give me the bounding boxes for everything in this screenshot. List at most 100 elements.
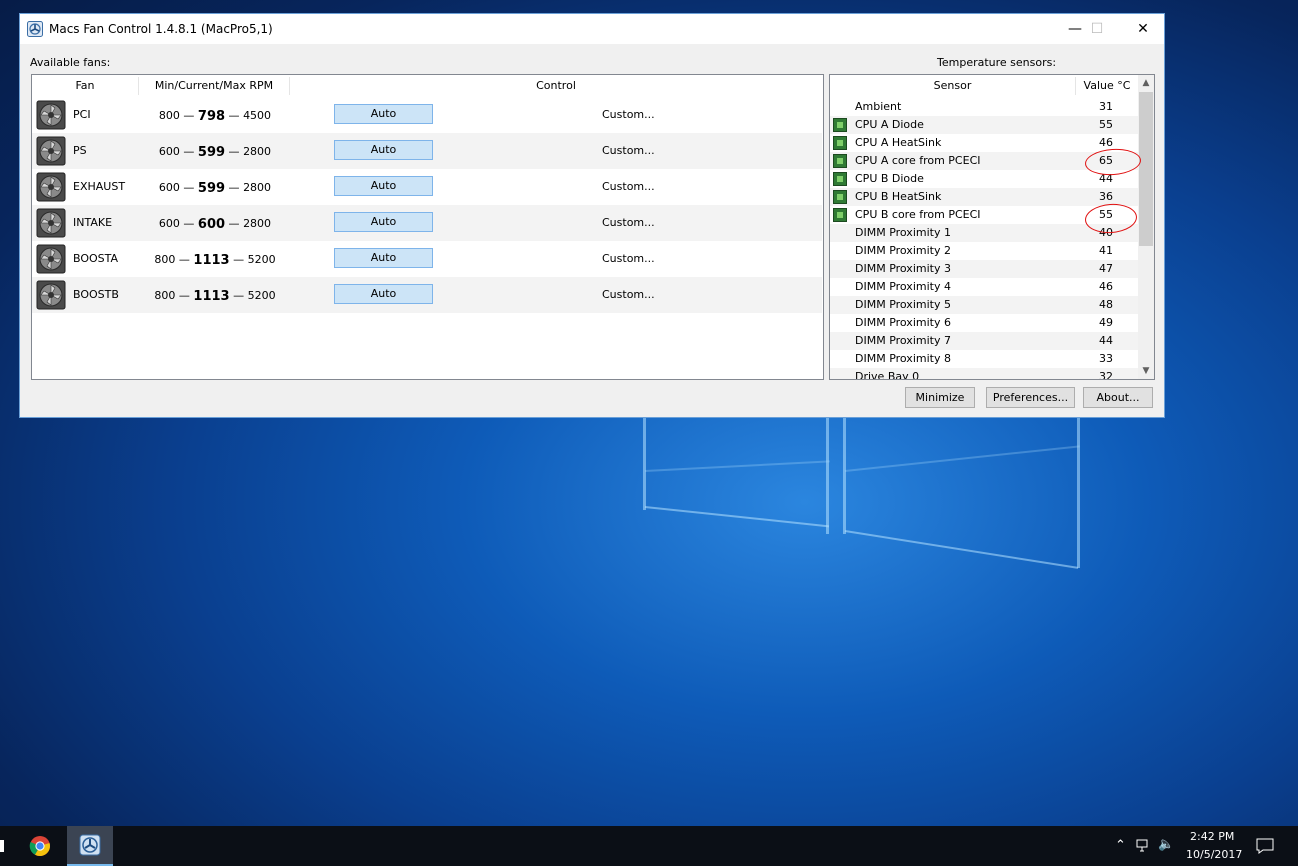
fan-icon bbox=[36, 208, 66, 238]
fan-min-rpm: 800 bbox=[158, 109, 180, 122]
control-column-header[interactable]: Control bbox=[290, 75, 822, 97]
fan-auto-button[interactable]: Auto bbox=[334, 284, 433, 304]
sensor-name: CPU A core from PCECI bbox=[855, 154, 981, 167]
fan-max-rpm: 2800 bbox=[243, 181, 272, 194]
fan-icon bbox=[36, 136, 66, 166]
fan-min-rpm: 600 bbox=[158, 181, 180, 194]
fan-rpm: 800 — 798 — 4500 bbox=[158, 109, 272, 124]
fan-max-rpm: 5200 bbox=[247, 253, 276, 266]
sensor-row[interactable]: CPU B HeatSink 36 bbox=[830, 188, 1138, 206]
fan-row[interactable]: BOOSTA 800 — 1113 — 5200 Auto Custom... bbox=[32, 241, 822, 277]
sensor-name: DIMM Proximity 6 bbox=[855, 316, 951, 329]
sensor-name: DIMM Proximity 2 bbox=[855, 244, 951, 257]
clock-date[interactable]: 10/5/2017 bbox=[1186, 848, 1242, 861]
fan-current-rpm: 1113 bbox=[193, 289, 230, 304]
title-bar[interactable]: Macs Fan Control 1.4.8.1 (MacPro5,1) — ☐… bbox=[20, 14, 1164, 44]
sensor-row[interactable]: DIMM Proximity 4 46 bbox=[830, 278, 1138, 296]
about-button[interactable]: About... bbox=[1083, 387, 1153, 408]
fans-list: Fan Min/Current/Max RPM Control PCI 800 —… bbox=[31, 74, 824, 380]
sensor-row[interactable]: DIMM Proximity 3 47 bbox=[830, 260, 1138, 278]
fan-auto-button[interactable]: Auto bbox=[334, 212, 433, 232]
fan-auto-button[interactable]: Auto bbox=[334, 140, 433, 160]
chrome-icon[interactable] bbox=[29, 835, 51, 857]
fan-current-rpm: 599 bbox=[197, 181, 226, 196]
sensor-row[interactable]: CPU A HeatSink 46 bbox=[830, 134, 1138, 152]
tray-chevron-icon[interactable]: ⌃ bbox=[1115, 838, 1126, 853]
fan-auto-button[interactable]: Auto bbox=[334, 104, 433, 124]
scroll-up-arrow-icon[interactable]: ▲ bbox=[1138, 75, 1154, 91]
chip-icon bbox=[833, 154, 847, 168]
start-button[interactable] bbox=[0, 840, 4, 852]
fan-custom-button[interactable]: Custom... bbox=[602, 144, 655, 157]
window-close-button[interactable]: ✕ bbox=[1120, 14, 1166, 44]
fan-min-rpm: 600 bbox=[158, 217, 180, 230]
volume-icon[interactable]: 🔈 bbox=[1158, 837, 1174, 852]
sensor-value: 55 bbox=[1099, 118, 1113, 131]
fan-icon bbox=[36, 100, 66, 130]
network-icon[interactable] bbox=[1136, 839, 1152, 853]
fan-row[interactable]: EXHAUST 600 — 599 — 2800 Auto Custom... bbox=[32, 169, 822, 205]
fan-custom-button[interactable]: Custom... bbox=[602, 252, 655, 265]
value-column-header[interactable]: Value °C bbox=[1076, 75, 1138, 97]
fan-custom-button[interactable]: Custom... bbox=[602, 108, 655, 121]
sensor-name: Ambient bbox=[855, 100, 902, 113]
fan-min-rpm: 800 bbox=[154, 289, 176, 302]
sensor-row[interactable]: DIMM Proximity 6 49 bbox=[830, 314, 1138, 332]
fan-custom-button[interactable]: Custom... bbox=[602, 288, 655, 301]
sensor-value: 31 bbox=[1099, 100, 1113, 113]
sensor-name: DIMM Proximity 4 bbox=[855, 280, 951, 293]
sensor-row[interactable]: Ambient 31 bbox=[830, 98, 1138, 116]
sensor-column-header[interactable]: Sensor bbox=[830, 75, 1075, 97]
minimize-button[interactable]: Minimize bbox=[905, 387, 975, 408]
sensor-value: 47 bbox=[1099, 262, 1113, 275]
sensor-row[interactable]: DIMM Proximity 2 41 bbox=[830, 242, 1138, 260]
fan-row[interactable]: BOOSTB 800 — 1113 — 5200 Auto Custom... bbox=[32, 277, 822, 313]
fan-control-app-icon bbox=[79, 834, 101, 856]
sensor-name: CPU A HeatSink bbox=[855, 136, 942, 149]
available-fans-label: Available fans: bbox=[30, 56, 111, 69]
scroll-thumb[interactable] bbox=[1139, 92, 1153, 246]
fan-row[interactable]: INTAKE 600 — 600 — 2800 Auto Custom... bbox=[32, 205, 822, 241]
fan-custom-button[interactable]: Custom... bbox=[602, 180, 655, 193]
fan-auto-button[interactable]: Auto bbox=[334, 176, 433, 196]
app-fan-icon bbox=[27, 21, 43, 37]
sensor-row[interactable]: DIMM Proximity 8 33 bbox=[830, 350, 1138, 368]
preferences-button[interactable]: Preferences... bbox=[986, 387, 1075, 408]
fan-icon bbox=[36, 280, 66, 310]
fan-row[interactable]: PS 600 — 599 — 2800 Auto Custom... bbox=[32, 133, 822, 169]
fan-icon bbox=[36, 172, 66, 202]
fan-min-rpm: 600 bbox=[158, 145, 180, 158]
sensor-name: CPU B core from PCECI bbox=[855, 208, 981, 221]
fan-current-rpm: 1113 bbox=[193, 253, 230, 268]
sensor-value: 32 bbox=[1099, 370, 1113, 380]
temperature-sensors-label: Temperature sensors: bbox=[937, 56, 1057, 69]
sensor-row[interactable]: CPU A Diode 55 bbox=[830, 116, 1138, 134]
sensor-row[interactable]: CPU B Diode 44 bbox=[830, 170, 1138, 188]
rpm-column-header[interactable]: Min/Current/Max RPM bbox=[139, 75, 289, 97]
fan-rpm: 600 — 599 — 2800 bbox=[158, 181, 272, 196]
sensor-row[interactable]: DIMM Proximity 7 44 bbox=[830, 332, 1138, 350]
sensor-value: 44 bbox=[1099, 334, 1113, 347]
chip-icon bbox=[833, 118, 847, 132]
scroll-down-arrow-icon[interactable]: ▼ bbox=[1138, 363, 1154, 379]
fan-current-rpm: 599 bbox=[197, 145, 226, 160]
sensor-row[interactable]: DIMM Proximity 5 48 bbox=[830, 296, 1138, 314]
window-maximize-button[interactable]: ☐ bbox=[1074, 14, 1120, 44]
fan-column-header[interactable]: Fan bbox=[32, 75, 138, 97]
clock-time[interactable]: 2:42 PM bbox=[1190, 830, 1234, 843]
sensor-name: DIMM Proximity 3 bbox=[855, 262, 951, 275]
chip-icon bbox=[833, 208, 847, 222]
sensor-row[interactable]: Drive Bay 0 32 bbox=[830, 368, 1138, 380]
app-window: Macs Fan Control 1.4.8.1 (MacPro5,1) — ☐… bbox=[19, 13, 1165, 418]
fan-icon bbox=[36, 244, 66, 274]
taskbar: ⌃ 🔈 2:42 PM 10/5/2017 bbox=[0, 826, 1298, 866]
sensor-value: 33 bbox=[1099, 352, 1113, 365]
fan-custom-button[interactable]: Custom... bbox=[602, 216, 655, 229]
action-center-icon[interactable] bbox=[1256, 838, 1274, 854]
sensors-scrollbar[interactable]: ▲ ▼ bbox=[1138, 75, 1154, 379]
fan-auto-button[interactable]: Auto bbox=[334, 248, 433, 268]
sensor-value: 36 bbox=[1099, 190, 1113, 203]
taskbar-macs-fan-control[interactable] bbox=[67, 826, 113, 866]
fan-row[interactable]: PCI 800 — 798 — 4500 Auto Custom... bbox=[32, 97, 822, 133]
fan-name: BOOSTB bbox=[73, 288, 119, 301]
